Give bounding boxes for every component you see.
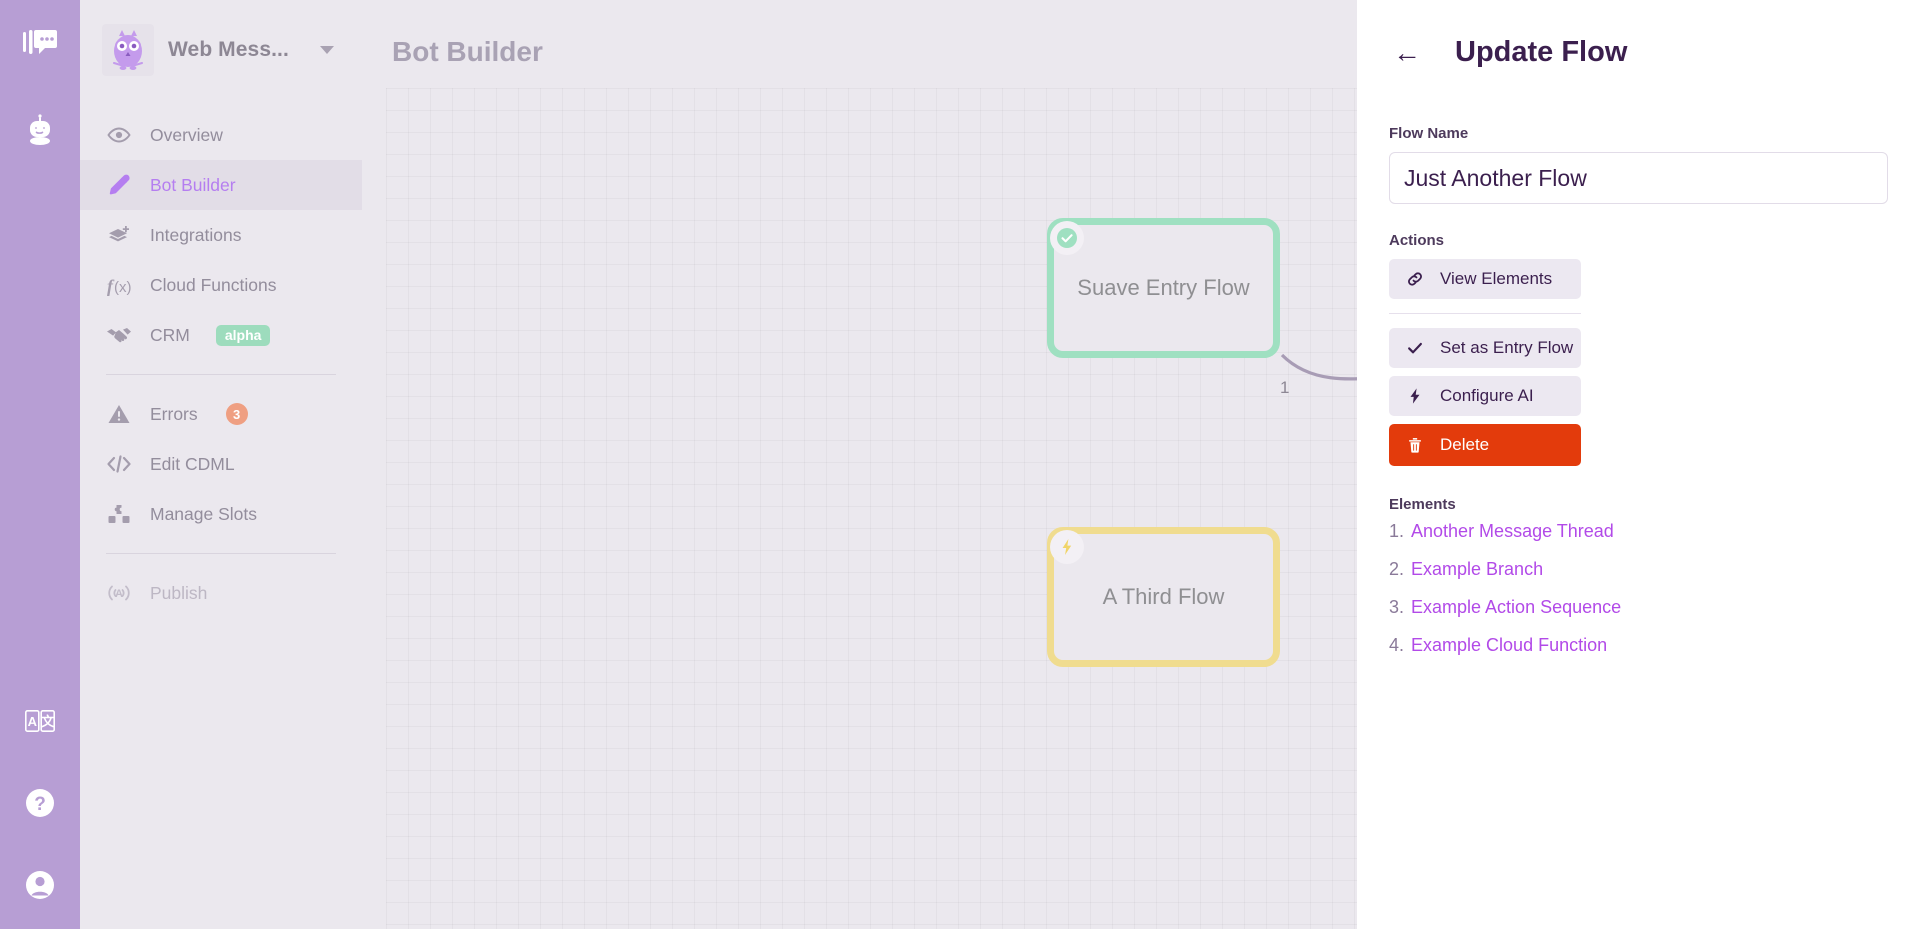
- svg-text:文: 文: [41, 714, 55, 729]
- update-flow-panel: ← Update Flow Flow Name Actions View Ele…: [1357, 0, 1920, 929]
- status-badge-alpha: alpha: [215, 324, 271, 346]
- sidebar-divider-1: [106, 374, 336, 375]
- sidebar-item-label: Errors: [150, 403, 198, 424]
- warning-icon: [106, 401, 132, 427]
- sidebar-item-edit-cdml[interactable]: Edit CDML: [80, 439, 362, 489]
- svg-text:(x): (x): [114, 279, 132, 296]
- messaging-icon[interactable]: [18, 22, 62, 66]
- elements-list: 1. Another Message Thread 2. Example Bra…: [1389, 521, 1888, 656]
- link-icon: [1406, 270, 1424, 288]
- page-title: Bot Builder: [392, 36, 543, 67]
- lightning-icon: [1406, 387, 1424, 405]
- element-link[interactable]: Example Branch: [1411, 559, 1543, 580]
- flow-node-suave-entry-flow[interactable]: Suave Entry Flow: [1047, 218, 1280, 358]
- action-label: Configure AI: [1440, 386, 1534, 405]
- lightning-icon: [1050, 530, 1084, 564]
- list-item: 4. Example Cloud Function: [1389, 635, 1888, 656]
- delete-button[interactable]: Delete: [1389, 424, 1581, 466]
- workspace-switcher[interactable]: Web Mess...: [102, 24, 340, 76]
- panel-header: ← Update Flow: [1389, 36, 1888, 69]
- panel-title: Update Flow: [1455, 36, 1628, 68]
- broadcast-icon: A: [106, 580, 132, 606]
- action-label: Set as Entry Flow: [1440, 338, 1574, 357]
- sidebar-item-label: Edit CDML: [150, 453, 235, 474]
- sidebar-item-integrations[interactable]: Integrations: [80, 210, 362, 260]
- sidebar-item-errors[interactable]: Errors 3: [80, 389, 362, 439]
- sidebar-item-bot-builder[interactable]: Bot Builder: [80, 160, 362, 210]
- set-as-entry-flow-button[interactable]: Set as Entry Flow: [1389, 328, 1581, 368]
- flow-node-a-third-flow[interactable]: A Third Flow: [1047, 527, 1280, 667]
- element-link[interactable]: Example Cloud Function: [1411, 635, 1607, 656]
- arrow-left-icon[interactable]: ←: [1389, 37, 1425, 69]
- account-icon[interactable]: [18, 863, 62, 907]
- layers-icon: [106, 222, 132, 248]
- sidebar-nav: Overview Bot Builder Integrations f (x) …: [80, 110, 362, 618]
- sidebar-item-label: Integrations: [150, 224, 242, 245]
- action-label: View Elements: [1440, 269, 1553, 288]
- chevron-down-icon[interactable]: [320, 46, 334, 54]
- sidebar-item-label: CRM: [150, 324, 190, 345]
- flow-node-label: Suave Entry Flow: [1077, 275, 1250, 301]
- app-root: A 文 ? Web Mess... Overview Bot Builder I…: [0, 0, 1920, 929]
- flow-name-label: Flow Name: [1389, 125, 1469, 142]
- sidebar-item-label: Manage Slots: [150, 503, 258, 524]
- rail-bottom-group: A 文 ?: [0, 699, 80, 907]
- element-number: 4.: [1389, 635, 1405, 655]
- pencil-icon: [106, 172, 132, 198]
- sidebar: Web Mess... Overview Bot Builder Integra…: [80, 0, 362, 929]
- configure-ai-button[interactable]: Configure AI: [1389, 376, 1581, 416]
- sidebar-divider-2: [106, 553, 336, 554]
- trash-icon: [1406, 436, 1424, 454]
- actions-label: Actions: [1389, 232, 1445, 249]
- svg-text:A: A: [115, 588, 123, 600]
- code-icon: [106, 451, 132, 477]
- element-link[interactable]: Example Action Sequence: [1411, 597, 1621, 618]
- list-item: 3. Example Action Sequence: [1389, 597, 1888, 618]
- owl-logo-icon: [102, 24, 154, 76]
- translate-icon[interactable]: A 文: [18, 699, 62, 743]
- action-label: Delete: [1440, 435, 1490, 454]
- sidebar-item-label: Cloud Functions: [150, 274, 277, 295]
- element-number: 3.: [1389, 597, 1405, 617]
- slots-icon: [106, 501, 132, 527]
- element-link[interactable]: Another Message Thread: [1411, 521, 1614, 542]
- error-count-badge: 3: [225, 403, 248, 425]
- svg-text:A: A: [28, 714, 38, 729]
- sidebar-item-crm[interactable]: CRM alpha: [80, 310, 362, 360]
- rail-top-group: [18, 0, 62, 152]
- help-icon[interactable]: ?: [18, 781, 62, 825]
- handshake-icon: [106, 322, 132, 348]
- eye-icon: [106, 122, 132, 148]
- actions-divider: [1389, 313, 1581, 314]
- check-icon: [1406, 339, 1424, 357]
- check-circle-icon: [1050, 221, 1084, 255]
- sidebar-item-overview[interactable]: Overview: [80, 110, 362, 160]
- bot-icon[interactable]: [18, 108, 62, 152]
- elements-label: Elements: [1389, 496, 1456, 513]
- flow-name-input[interactable]: [1389, 152, 1888, 204]
- list-item: 1. Another Message Thread: [1389, 521, 1888, 542]
- sidebar-item-label: Overview: [150, 124, 223, 145]
- flow-node-label: A Third Flow: [1102, 584, 1225, 610]
- sidebar-item-publish[interactable]: A Publish: [80, 568, 362, 618]
- function-icon: f (x): [106, 272, 132, 298]
- element-number: 2.: [1389, 559, 1405, 579]
- edge-label: 1: [1280, 378, 1290, 397]
- svg-text:?: ?: [34, 794, 46, 815]
- sidebar-item-manage-slots[interactable]: Manage Slots: [80, 489, 362, 539]
- element-number: 1.: [1389, 521, 1405, 541]
- sidebar-item-label: Bot Builder: [150, 174, 236, 195]
- icon-rail: A 文 ?: [0, 0, 80, 929]
- workspace-name: Web Mess...: [168, 38, 289, 61]
- view-elements-button[interactable]: View Elements: [1389, 259, 1581, 299]
- sidebar-item-cloud-functions[interactable]: f (x) Cloud Functions: [80, 260, 362, 310]
- sidebar-item-label: Publish: [150, 582, 208, 603]
- list-item: 2. Example Branch: [1389, 559, 1888, 580]
